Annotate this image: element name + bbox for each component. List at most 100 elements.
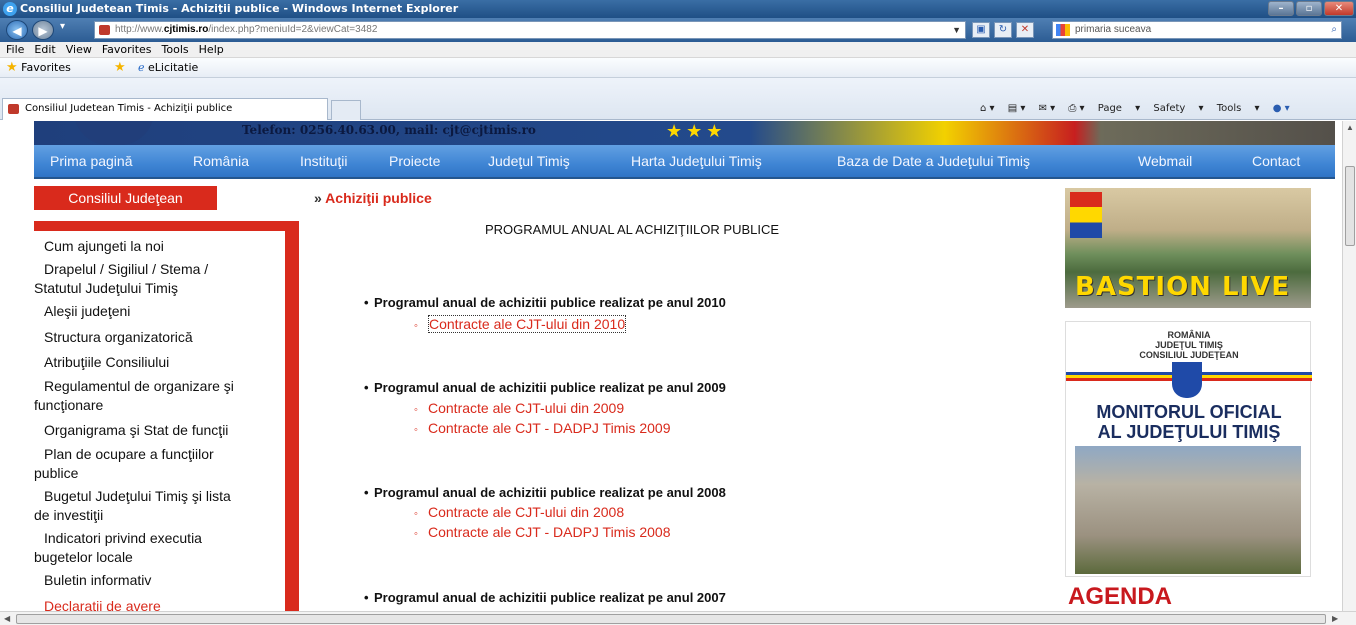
scroll-up-icon[interactable]: ▲ xyxy=(1346,123,1354,132)
site-nav: Prima pagină România Instituţii Proiecte… xyxy=(34,145,1335,179)
horizontal-scrollbar[interactable]: ◀ ▶ xyxy=(0,611,1356,625)
agenda-banner[interactable]: AGENDA xyxy=(1068,583,1172,611)
vertical-scrollbar[interactable]: ▲ xyxy=(1342,121,1356,611)
address-toolbar: ◀ ▶ ▾ http://www.cjtimis.ro/index.php?me… xyxy=(0,18,1356,42)
help-icon[interactable]: ● ▾ xyxy=(1273,103,1290,114)
nav-institutii[interactable]: Instituţii xyxy=(300,153,347,169)
feeds-icon[interactable]: ▤ ▾ xyxy=(1008,103,1026,114)
nav-webmail[interactable]: Webmail xyxy=(1138,153,1192,169)
page-title: PROGRAMUL ANUAL AL ACHIZIŢIILOR PUBLICE xyxy=(485,222,780,237)
nav-contact[interactable]: Contact xyxy=(1252,153,1300,169)
tools-menu[interactable]: Tools ▾ xyxy=(1217,103,1260,114)
monitor-title: MONITORUL OFICIAL AL JUDEŢULUI TIMIŞ xyxy=(1066,402,1312,442)
sidebar-item-label: Bugetul Judeţului Timiş şi lista xyxy=(44,488,231,504)
bastion-live-banner[interactable]: BASTION LIVE xyxy=(1065,188,1311,308)
command-bar: ⌂ ▾ ▤ ▾ ✉ ▾ ⎙ ▾ Page ▾ Safety ▾ Tools ▾ … xyxy=(980,100,1356,118)
refresh-icon[interactable]: ↻ xyxy=(994,22,1012,38)
window-title: Consiliul Judetean Timis - Achiziţii pub… xyxy=(20,2,459,15)
add-favorite-icon[interactable]: ★ xyxy=(114,58,126,77)
sidebar-item-alesii[interactable]: Aleşii judeţeni xyxy=(34,302,285,322)
forward-button[interactable]: ▶ xyxy=(32,20,54,40)
tab-active[interactable]: Consiliul Judetean Timis - Achiziţii pub… xyxy=(2,98,328,120)
link-contracte-cjt-2008[interactable]: ◦ Contracte ale CJT-ului din 2008 xyxy=(414,504,624,520)
menu-view[interactable]: View xyxy=(60,42,96,57)
sidebar-item-label: Atribuţiile Consiliului xyxy=(44,354,170,370)
menu-help[interactable]: Help xyxy=(193,42,228,57)
nav-proiecte[interactable]: Proiecte xyxy=(389,153,440,169)
horizontal-scroll-thumb[interactable] xyxy=(16,614,1326,624)
page-menu[interactable]: Page ▾ xyxy=(1098,103,1140,114)
sidebar-item-bugetul[interactable]: Bugetul Judeţului Timiş şi lista de inves… xyxy=(34,487,285,526)
url-path: /index.php?meniuId=2&viewCat=3482 xyxy=(208,24,378,35)
scroll-right-icon[interactable]: ▶ xyxy=(1332,614,1338,623)
breadcrumb-separator: » xyxy=(314,190,322,206)
breadcrumb-current: Achiziţii publice xyxy=(325,190,432,206)
sidebar-item-organigrama[interactable]: Organigrama şi Stat de funcţii xyxy=(34,421,285,441)
favorite-link-elicitatie[interactable]: ℯ eLicitatie xyxy=(138,58,198,77)
sidebar-item-label: Plan de ocupare a funcţiilor xyxy=(44,446,214,462)
nav-prima-pagina[interactable]: Prima pagină xyxy=(50,153,133,169)
link-text: Contracte ale CJT-ului din 2009 xyxy=(428,400,625,416)
minimize-button[interactable]: – xyxy=(1268,1,1294,16)
link-contracte-cjt-2010[interactable]: ◦ Contracte ale CJT-ului din 2010 xyxy=(414,315,627,333)
sidebar-item-declaratii[interactable]: Declaratii de avere xyxy=(34,597,285,611)
banner-contact-text: Telefon: 0256.40.63.00, mail: cjt@cjtimi… xyxy=(242,123,536,137)
nav-harta-judetului[interactable]: Harta Judeţului Timiş xyxy=(631,153,762,169)
sidebar-item-cum-ajungeti[interactable]: Cum ajungeti la noi xyxy=(34,237,285,257)
tab-label: Consiliul Judetean Timis - Achiziţii pub… xyxy=(25,103,233,114)
vertical-scroll-thumb[interactable] xyxy=(1345,166,1355,246)
ie-logo-icon: e xyxy=(3,2,17,16)
menu-bar: File Edit View Favorites Tools Help xyxy=(0,42,1356,58)
county-crest-icon xyxy=(1172,362,1202,398)
sidebar-item-indicatori[interactable]: Indicatori privind executia bugetelor loc… xyxy=(34,529,285,568)
sidebar-item-label: Indicatori privind executia xyxy=(44,530,202,546)
sidebar-item-label-line2: Statutul Judeţului Timiş xyxy=(34,280,178,296)
close-window-button[interactable]: ✕ xyxy=(1324,1,1354,16)
new-tab-button[interactable] xyxy=(331,100,361,120)
nav-romania[interactable]: România xyxy=(193,153,249,169)
maximize-button[interactable]: ▫ xyxy=(1296,1,1322,16)
link-text: Contracte ale CJT - DADPJ Timis 2009 xyxy=(428,420,671,436)
scroll-left-icon[interactable]: ◀ xyxy=(4,614,10,623)
sidebar-item-buletin[interactable]: Buletin informativ xyxy=(34,571,285,591)
sidebar-item-label: Cum ajungeti la noi xyxy=(44,238,164,254)
link-contracte-cjt-2009[interactable]: ◦ Contracte ale CJT-ului din 2009 xyxy=(414,400,624,416)
sidebar-item-regulamentul[interactable]: Regulamentul de organizare şi funcţionare xyxy=(34,377,285,416)
favorites-button[interactable]: ★ Favorites xyxy=(6,58,71,77)
safety-menu[interactable]: Safety ▾ xyxy=(1153,103,1203,114)
sidebar-item-drapelul[interactable]: Drapelul / Sigiliul / Stema / Statutul Ju… xyxy=(34,260,285,299)
compatibility-view-icon[interactable]: ▣ xyxy=(972,22,990,38)
mail-icon[interactable]: ✉ ▾ xyxy=(1039,103,1056,114)
sidebar-item-atributiile[interactable]: Atribuţiile Consiliului xyxy=(34,353,285,373)
link-contracte-dadpj-2009[interactable]: ◦ Contracte ale CJT - DADPJ Timis 2009 xyxy=(414,420,671,436)
home-icon[interactable]: ⌂ ▾ xyxy=(980,103,995,114)
page-viewport: Telefon: 0256.40.63.00, mail: cjt@cjtimi… xyxy=(0,121,1342,611)
history-dropdown-icon[interactable]: ▾ xyxy=(60,21,65,32)
search-icon[interactable]: ⌕ xyxy=(1331,22,1337,38)
menu-file[interactable]: File xyxy=(0,42,28,57)
menu-edit[interactable]: Edit xyxy=(28,42,59,57)
site-favicon-icon xyxy=(99,25,110,35)
sidebar-item-plan-ocupare[interactable]: Plan de ocupare a funcţiilor publice xyxy=(34,445,285,484)
sidebar-item-label: Structura organizatorică xyxy=(44,329,193,345)
menu-tools[interactable]: Tools xyxy=(156,42,193,57)
search-input[interactable]: primaria suceava ⌕ xyxy=(1052,21,1342,39)
monitorul-oficial-banner[interactable]: ROMÂNIA JUDEŢUL TIMIŞ CONSILIUL JUDEŢEAN… xyxy=(1065,321,1312,577)
url-domain: cjtimis.ro xyxy=(163,24,209,35)
program-title-text: Programul anual de achizitii publice rea… xyxy=(374,485,726,500)
link-contracte-dadpj-2008[interactable]: ◦ Contracte ale CJT - DADPJ Timis 2008 xyxy=(414,524,671,540)
menu-favorites[interactable]: Favorites xyxy=(96,42,156,57)
link-text: Contracte ale CJT-ului din 2010 xyxy=(428,315,627,333)
stop-icon[interactable]: ✕ xyxy=(1016,22,1034,38)
sidebar-heading[interactable]: Consiliul Judeţean xyxy=(34,186,217,210)
address-dropdown-icon[interactable]: ▼ xyxy=(952,22,961,38)
sidebar-item-structura[interactable]: Structura organizatorică xyxy=(34,328,285,348)
sidebar-item-label: Buletin informativ xyxy=(44,572,152,588)
back-button[interactable]: ◀ xyxy=(6,20,28,40)
address-input[interactable]: http://www.cjtimis.ro/index.php?meniuId=… xyxy=(94,21,966,39)
nav-judetul-timis[interactable]: Judeţul Timiş xyxy=(488,153,570,169)
nav-baza-de-date[interactable]: Baza de Date a Judeţului Timiş xyxy=(837,153,1030,169)
print-icon[interactable]: ⎙ ▾ xyxy=(1068,103,1084,114)
window-title-bar: e Consiliul Judetean Timis - Achiziţii p… xyxy=(0,0,1356,18)
sidebar-item-label-line2: de investiţii xyxy=(34,507,104,523)
